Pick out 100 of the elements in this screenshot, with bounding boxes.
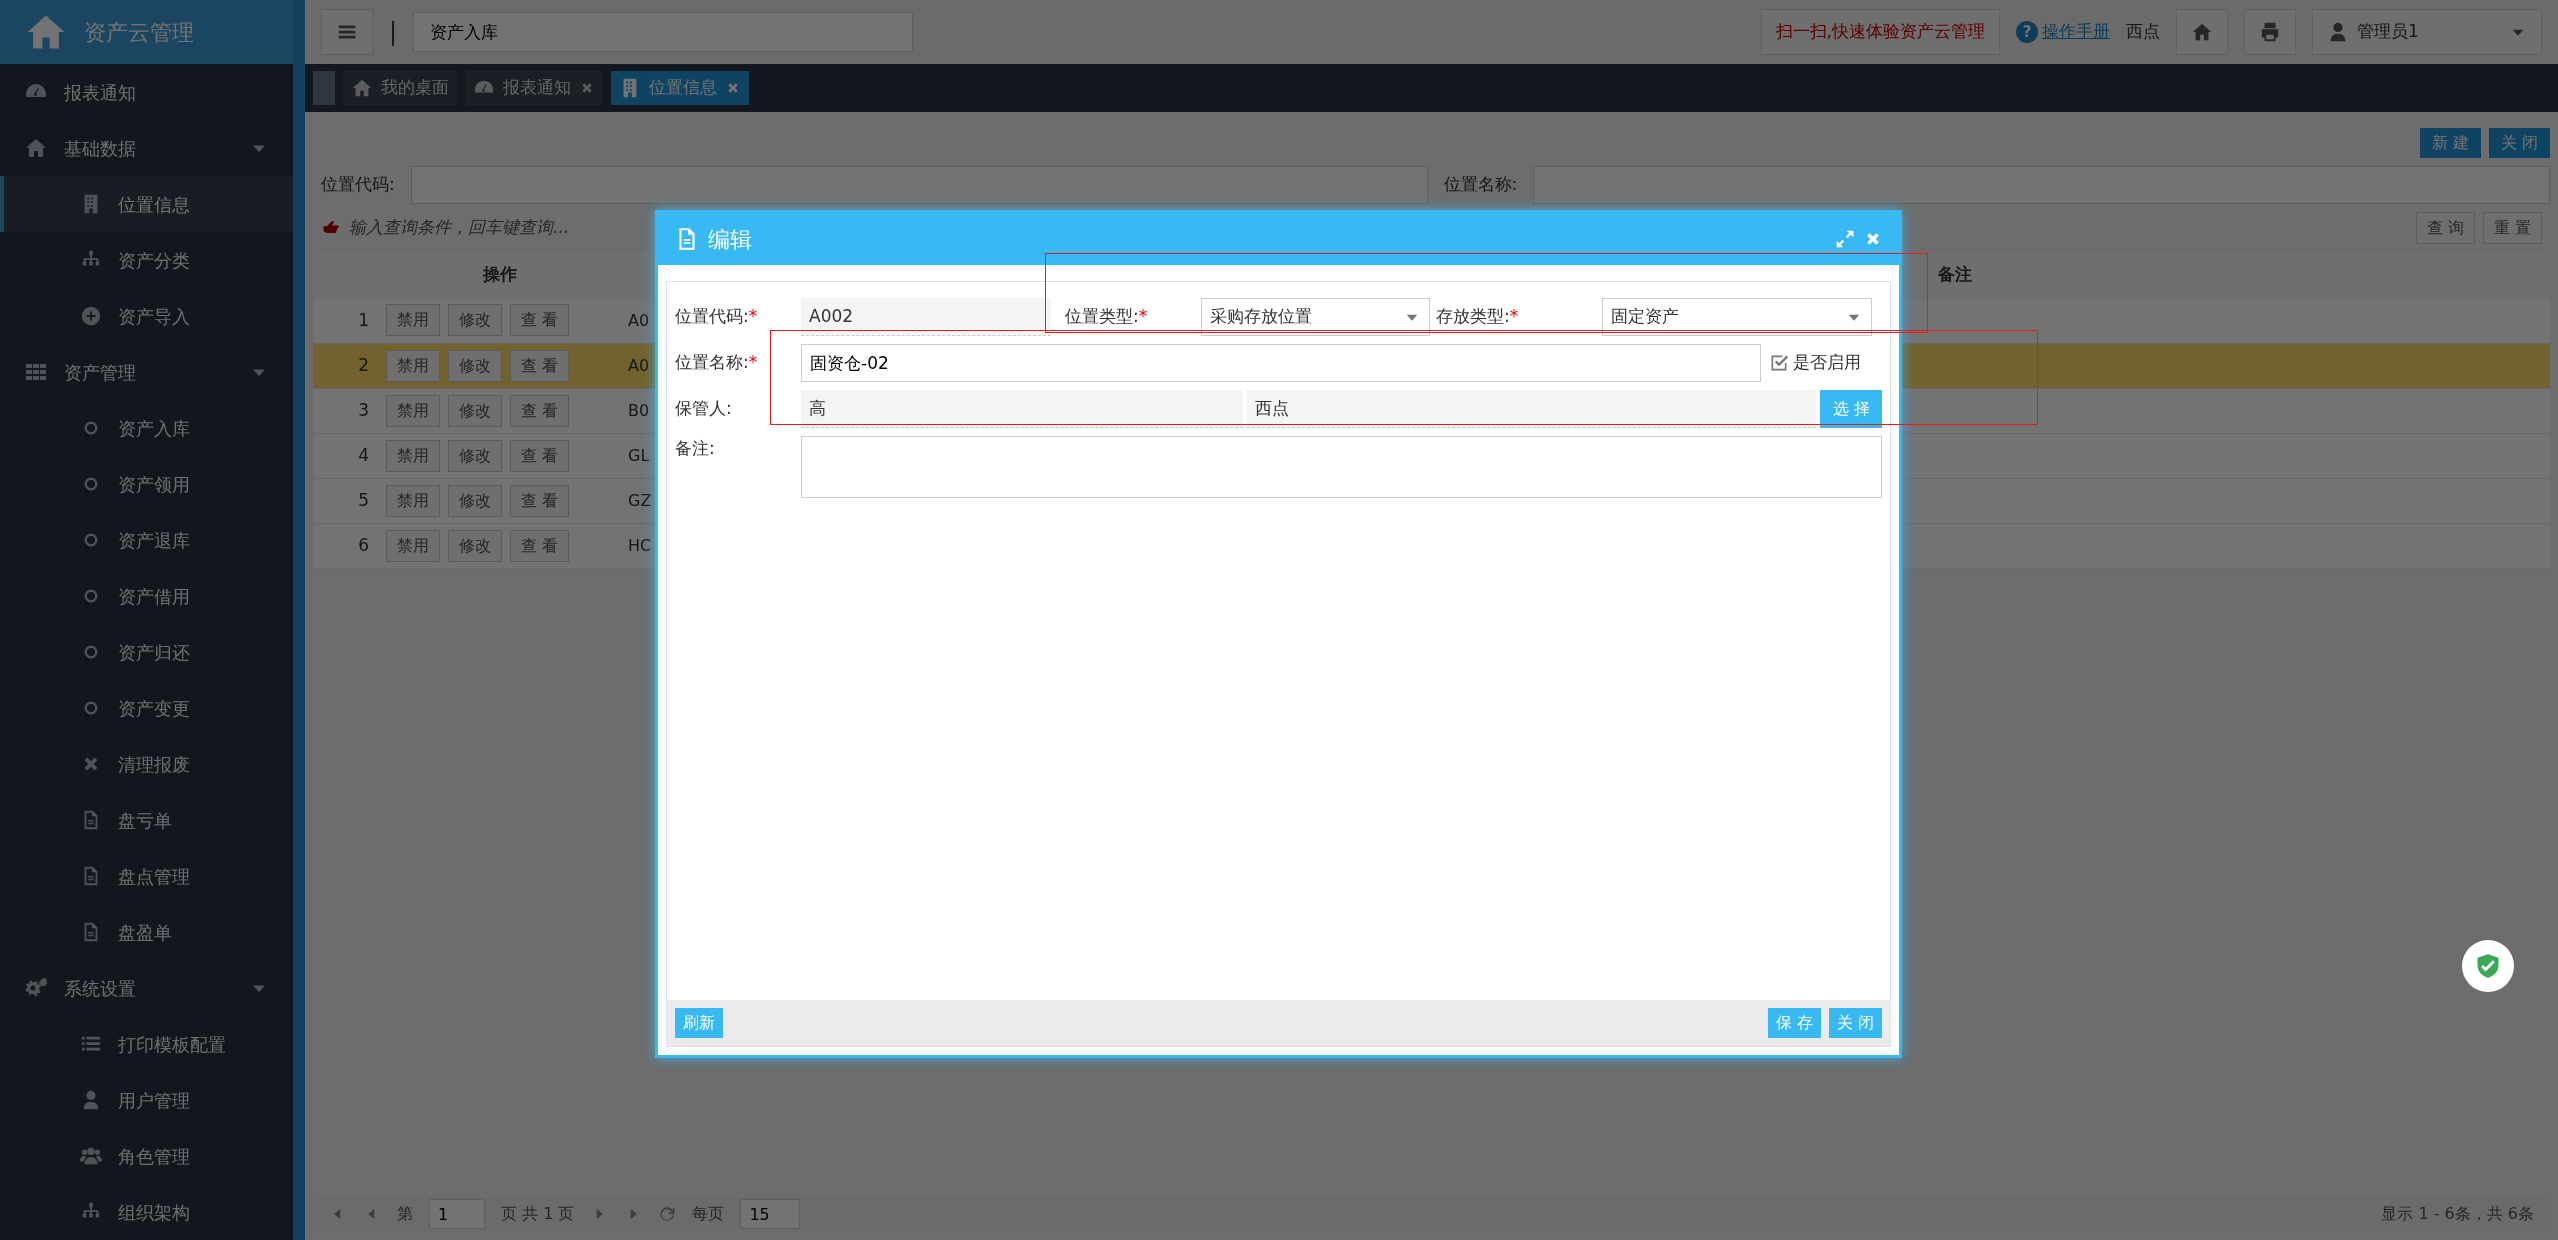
help-icon[interactable]: ?	[2016, 21, 2038, 43]
row-action-button[interactable]: 禁用	[386, 304, 440, 337]
row-action-button[interactable]: 修改	[448, 304, 502, 337]
filter-label: 位置代码:	[320, 173, 396, 197]
promo-button[interactable]: 扫一扫,快速体验资产云管理	[1760, 9, 2000, 55]
column-header: 操作	[482, 264, 517, 285]
home-button[interactable]	[2176, 9, 2228, 55]
tab[interactable]: 报表通知	[465, 71, 603, 105]
row-action-button[interactable]: 查 看	[510, 304, 570, 337]
expand-icon[interactable]	[1835, 229, 1855, 249]
menu-label: 基础数据	[64, 136, 137, 161]
per-page-field[interactable]: 15	[740, 1199, 801, 1229]
sidebar-item[interactable]: 组织架构	[0, 1184, 293, 1240]
toolbar-button[interactable]: 新 建	[2419, 128, 2481, 158]
row-action-button[interactable]: 查 看	[510, 529, 570, 562]
menu-label: 盘盈单	[118, 920, 172, 945]
search-field[interactable]: 资产入库	[413, 12, 914, 52]
row-action-button[interactable]: 查 看	[510, 349, 570, 382]
menu-label: 盘点管理	[118, 864, 190, 889]
field-label: 位置代码:*	[675, 305, 759, 329]
row-number: 5	[358, 489, 369, 510]
sidebar-item[interactable]: 资产领用	[0, 456, 293, 512]
page-field[interactable]: 1	[429, 1199, 485, 1229]
footer-button[interactable]: 关 闭	[1828, 1008, 1882, 1038]
row-action-button[interactable]: 禁用	[386, 529, 440, 562]
sidebar-item[interactable]: 盘点管理	[0, 848, 293, 904]
menu-label: 资产变更	[118, 696, 190, 721]
sidebar-item[interactable]: 位置信息	[0, 176, 293, 232]
menu-label: 资产领用	[118, 472, 190, 497]
search-button[interactable]: 重 置	[2482, 212, 2542, 244]
help-link[interactable]: 操作手册	[2042, 19, 2110, 45]
refresh-button[interactable]: 刷新	[675, 1008, 723, 1038]
checkbox[interactable]: 是否启用	[1769, 350, 1861, 376]
row-action-button[interactable]: 查 看	[510, 394, 570, 427]
row-number: 2	[358, 354, 369, 375]
row-action-button[interactable]: 禁用	[386, 484, 440, 517]
tab[interactable]: 位置信息	[611, 71, 749, 105]
row-action-button[interactable]: 查 看	[510, 484, 570, 517]
row-number: 3	[358, 399, 369, 420]
print-button[interactable]	[2244, 9, 2296, 55]
separator-text: |	[389, 17, 398, 48]
sidebar-item[interactable]: 资产分类	[0, 232, 293, 288]
menu-label: 组织架构	[118, 1200, 190, 1225]
sidebar-item[interactable]: 资产导入	[0, 288, 293, 344]
remark-field[interactable]	[801, 436, 1882, 498]
dialog-title: 编辑	[708, 225, 753, 254]
row-action-button[interactable]: 查 看	[510, 439, 570, 472]
tab[interactable]: 我的桌面	[343, 71, 457, 105]
row-action-button[interactable]: 修改	[448, 349, 502, 382]
page-total-text: 页 共 1 页	[501, 1203, 575, 1225]
sidebar-item[interactable]: 打印模板配置	[0, 1016, 293, 1072]
row-action-button[interactable]: 修改	[448, 529, 502, 562]
row-action-button[interactable]: 修改	[448, 439, 502, 472]
field-label: 存放类型:*	[1435, 305, 1520, 329]
search-button[interactable]: 查 询	[2415, 212, 2475, 244]
checkbox-icon	[1769, 353, 1789, 373]
sidebar-item[interactable]: 盘盈单	[0, 904, 293, 960]
row-action-button[interactable]: 禁用	[386, 394, 440, 427]
sidebar-item[interactable]: 用户管理	[0, 1072, 293, 1128]
location-text: 西点	[2126, 20, 2160, 44]
row-action-button[interactable]: 修改	[448, 484, 502, 517]
sidebar-item[interactable]: 资产变更	[0, 680, 293, 736]
row-number: 1	[358, 309, 369, 330]
row-action-button[interactable]: 禁用	[386, 439, 440, 472]
field-label: 保管人:	[675, 397, 733, 421]
sidebar-item[interactable]: 资产归还	[0, 624, 293, 680]
read-only-field: A002	[801, 298, 1051, 336]
sidebar-item[interactable]: 报表通知	[0, 64, 293, 120]
user-menu-button[interactable]: 管理员1	[2312, 9, 2542, 55]
text-field[interactable]: 固资仓-02	[801, 344, 1761, 382]
printer-icon	[2259, 21, 2281, 44]
filter-field[interactable]	[1533, 166, 2550, 204]
sidebar-item[interactable]: 盘亏单	[0, 792, 293, 848]
sidebar-item[interactable]: 系统设置	[0, 960, 293, 1016]
footer-button[interactable]: 保 存	[1767, 1008, 1821, 1038]
hint-text: 输入查询条件，回车键查询...	[349, 216, 570, 240]
row-action-button[interactable]: 禁用	[386, 349, 440, 382]
sidebar-item[interactable]: 资产管理	[0, 344, 293, 400]
sidebar-item[interactable]: 清理报废	[0, 736, 293, 792]
select-button[interactable]: 选 择	[1820, 390, 1882, 428]
menu-button[interactable]	[321, 9, 373, 55]
summary-text: 显示 1 - 6条，共 6条	[2381, 1203, 2534, 1225]
refresh-icon[interactable]	[658, 1205, 677, 1223]
sidebar-item[interactable]: 角色管理	[0, 1128, 293, 1184]
menu-label: 资产分类	[118, 248, 190, 273]
menu-label: 位置信息	[118, 192, 190, 217]
sidebar-item[interactable]: 资产退库	[0, 512, 293, 568]
field-label: 位置名称:*	[675, 351, 759, 375]
toolbar-button[interactable]: 关 闭	[2488, 128, 2550, 158]
read-only-field: 高	[801, 390, 1244, 428]
sidebar-item[interactable]: 资产入库	[0, 400, 293, 456]
read-only-field: 西点	[1247, 390, 1817, 428]
menu-label: 资产借用	[118, 584, 190, 609]
filter-field[interactable]	[410, 166, 1428, 204]
menu-label: 打印模板配置	[118, 1032, 226, 1057]
sidebar-item[interactable]: 基础数据	[0, 120, 293, 176]
menu-label: 用户管理	[118, 1088, 190, 1113]
menu-label: 资产导入	[118, 304, 190, 329]
sidebar-item[interactable]: 资产借用	[0, 568, 293, 624]
row-action-button[interactable]: 修改	[448, 394, 502, 427]
